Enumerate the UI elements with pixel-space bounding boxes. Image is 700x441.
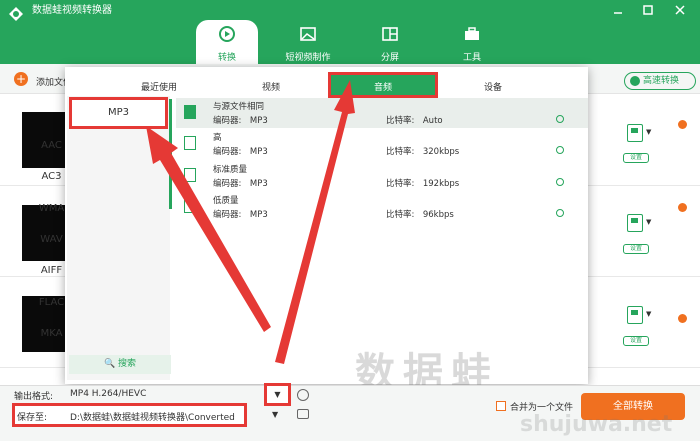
annotation-arrow-right [275,80,355,364]
annotation-arrows [146,80,355,364]
annotation-arrow-left [146,126,271,332]
